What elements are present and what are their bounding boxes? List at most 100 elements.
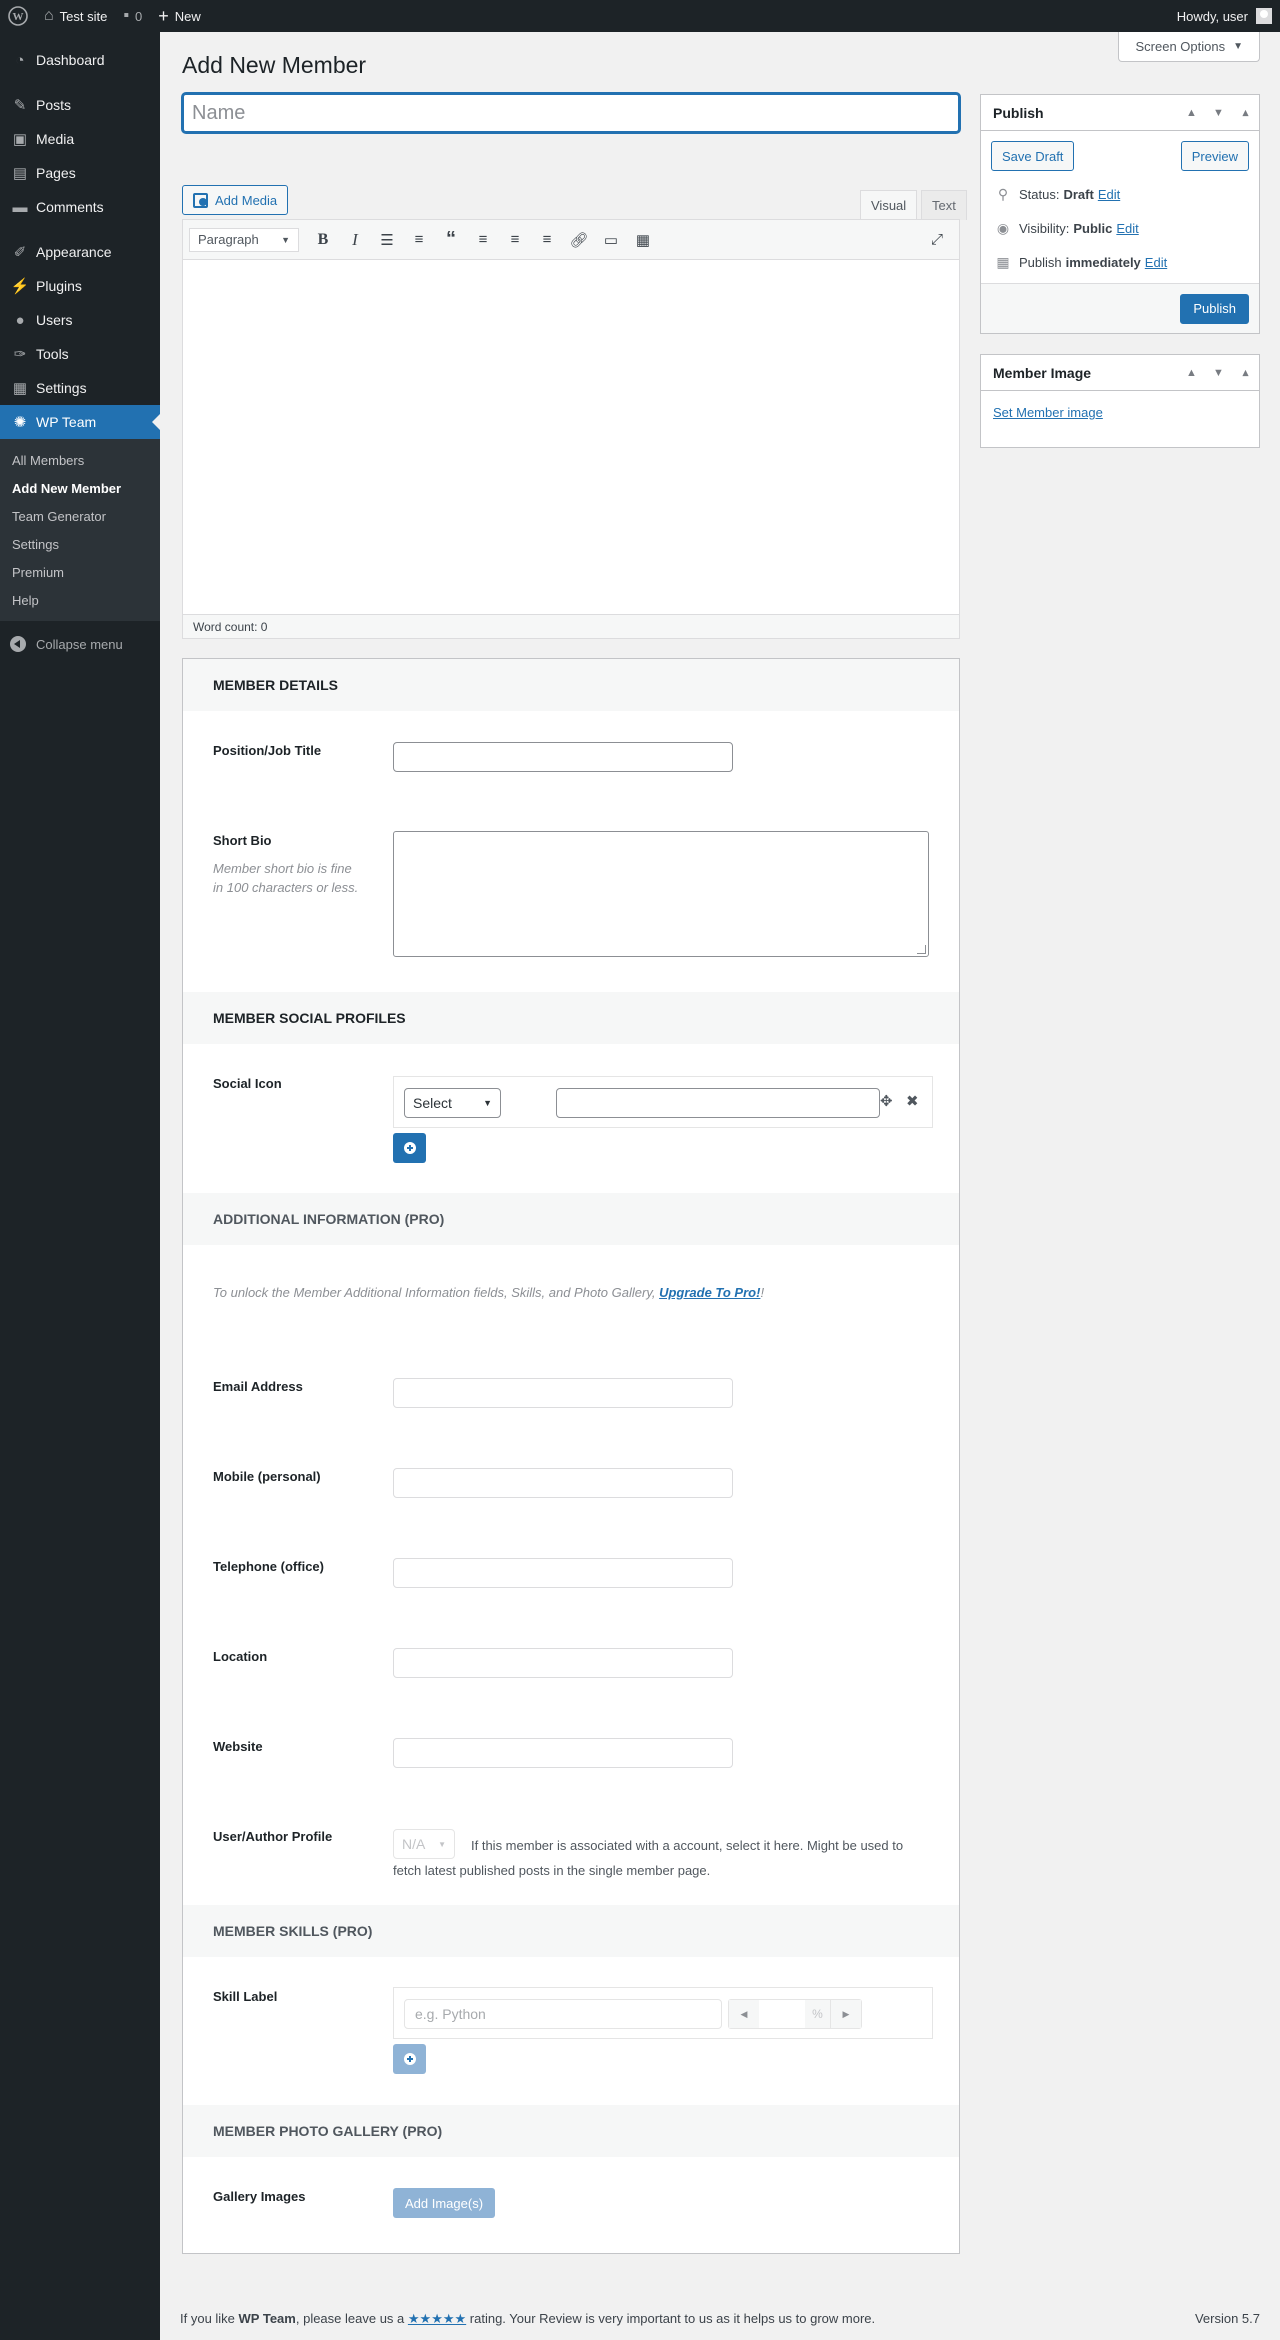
format-select-value: Paragraph <box>198 232 259 247</box>
collapse-menu-button[interactable]: Collapse menu <box>0 627 160 661</box>
social-profile-row: Select ▼ ✥ ✖ <box>393 1076 933 1128</box>
edit-visibility-link[interactable]: Edit <box>1116 221 1138 236</box>
menu-item-tools[interactable]: ✑ Tools <box>0 337 160 371</box>
short-bio-label: Short Bio <box>213 833 272 848</box>
member-image-title: Member Image <box>993 364 1092 381</box>
set-member-image-link[interactable]: Set Member image <box>981 391 1259 434</box>
location-field[interactable] <box>393 1648 733 1678</box>
move-up-icon[interactable]: ▲ <box>1178 355 1205 391</box>
numbered-list-icon[interactable]: ≡ <box>403 226 435 254</box>
percent-unit: % <box>805 2000 831 2028</box>
bullet-list-icon[interactable]: ☰ <box>371 226 403 254</box>
member-details-box: MEMBER DETAILS Position/Job Title Short … <box>182 658 960 2254</box>
edit-status-link[interactable]: Edit <box>1098 187 1120 202</box>
short-bio-description: Member short bio is fine in 100 characte… <box>213 861 359 895</box>
rating-stars-link[interactable]: ★★★★★ <box>408 2311 466 2326</box>
submenu-item-all-members[interactable]: All Members <box>0 446 160 474</box>
toolbar-toggle-icon[interactable]: ▦ <box>627 226 659 254</box>
move-down-icon[interactable]: ▼ <box>1205 95 1232 131</box>
social-icon-label: Social Icon <box>213 1076 282 1091</box>
publish-button[interactable]: Publish <box>1180 293 1249 324</box>
increase-icon[interactable]: ▶ <box>831 2000 861 2028</box>
howdy-text: Howdy, user <box>1176 8 1248 24</box>
add-media-button[interactable]: Add Media <box>182 185 289 215</box>
social-network-select[interactable]: Select ▼ <box>404 1088 501 1118</box>
toggle-panel-icon[interactable]: ▴ <box>1232 355 1259 391</box>
submenu-item-premium[interactable]: Premium <box>0 558 160 586</box>
add-social-profile-button[interactable] <box>393 1133 426 1163</box>
skill-label-input[interactable]: e.g. Python <box>404 1999 722 2029</box>
position-input[interactable] <box>393 742 733 772</box>
italic-icon[interactable]: I <box>339 226 371 254</box>
remove-row-icon[interactable]: ✖ <box>906 1092 919 1110</box>
editor-content-area[interactable] <box>183 260 959 614</box>
align-left-icon[interactable]: ≡ <box>467 226 499 254</box>
skill-label-label: Skill Label <box>213 1989 278 2004</box>
menu-item-posts[interactable]: ✎ Posts <box>0 88 160 122</box>
move-down-icon[interactable]: ▼ <box>1205 355 1232 391</box>
submenu-item-help[interactable]: Help <box>0 586 160 614</box>
tab-visual[interactable]: Visual <box>860 190 918 220</box>
menu-item-wp-team[interactable]: ✺ WP Team <box>0 405 160 439</box>
publish-date-row: ▦ Publish immediately Edit <box>981 245 1259 279</box>
author-profile-select[interactable]: N/A ▼ <box>393 1829 455 1859</box>
collapse-menu-label: Collapse menu <box>36 636 123 652</box>
move-handle-icon[interactable]: ✥ <box>880 1092 893 1110</box>
submenu-item-add-new-member[interactable]: Add New Member <box>0 474 160 502</box>
wordpress-logo-icon[interactable]: W <box>0 0 36 32</box>
collapse-arrow-icon <box>10 636 26 652</box>
screen-options-button[interactable]: Screen Options ▼ <box>1118 32 1260 62</box>
menu-item-comments[interactable]: ▬ Comments <box>0 190 160 224</box>
menu-item-plugins[interactable]: ⚡ Plugins <box>0 269 160 303</box>
mobile-field[interactable] <box>393 1468 733 1498</box>
dashboard-icon: ◔ <box>15 51 25 69</box>
format-select[interactable]: Paragraph ▼ <box>189 227 299 252</box>
move-up-icon[interactable]: ▲ <box>1178 95 1205 131</box>
site-name-link[interactable]: ⌂ Test site <box>36 0 115 32</box>
menu-item-users[interactable]: ● Users <box>0 303 160 337</box>
decrease-icon[interactable]: ◀ <box>729 2000 759 2028</box>
new-content-link[interactable]: + New <box>150 0 209 32</box>
account-menu[interactable]: Howdy, user <box>1169 0 1280 32</box>
submenu-item-settings[interactable]: Settings <box>0 530 160 558</box>
edit-publish-date-link[interactable]: Edit <box>1145 255 1167 270</box>
telephone-field[interactable] <box>393 1558 733 1588</box>
gallery-images-label: Gallery Images <box>213 2189 306 2204</box>
read-more-icon[interactable]: ▭ <box>595 226 627 254</box>
skill-percent-value[interactable] <box>759 2000 805 2028</box>
eye-icon: ◉ <box>996 219 1010 236</box>
preview-button[interactable]: Preview <box>1180 141 1249 171</box>
align-right-icon[interactable]: ≡ <box>531 226 563 254</box>
skill-percent-stepper[interactable]: ◀ % ▶ <box>728 1999 862 2029</box>
menu-item-dashboard[interactable]: ◔ Dashboard <box>0 43 160 77</box>
comments-link[interactable]: ▪ 0 <box>115 0 150 32</box>
menu-item-media[interactable]: ▣ Media <box>0 122 160 156</box>
blockquote-icon[interactable]: “ <box>435 226 467 254</box>
social-url-input[interactable] <box>556 1088 880 1118</box>
footer-text-after: rating. Your Review is very important to… <box>466 2311 876 2326</box>
toggle-panel-icon[interactable]: ▴ <box>1232 95 1259 131</box>
tab-text[interactable]: Text <box>921 190 967 220</box>
email-field[interactable] <box>393 1378 733 1408</box>
link-icon[interactable]: 🔗︎ <box>563 226 595 254</box>
add-skill-button[interactable] <box>393 2044 426 2074</box>
upgrade-to-pro-link[interactable]: Upgrade To Pro! <box>659 1285 760 1300</box>
add-images-button[interactable]: Add Image(s) <box>393 2188 496 2218</box>
align-center-icon[interactable]: ≡ <box>499 226 531 254</box>
short-bio-textarea[interactable] <box>393 831 929 957</box>
plus-icon: + <box>158 5 169 26</box>
menu-item-settings[interactable]: ▦ Settings <box>0 371 160 405</box>
menu-item-appearance[interactable]: ✐ Appearance <box>0 235 160 269</box>
publish-label: Publish <box>1019 254 1062 270</box>
menu-item-label: Tools <box>36 346 69 362</box>
plus-circle-icon <box>403 2053 416 2065</box>
member-name-input[interactable] <box>182 93 960 133</box>
fullscreen-icon[interactable]: ⤢ <box>921 226 953 254</box>
home-icon: ⌂ <box>44 7 54 24</box>
website-field[interactable] <box>393 1738 733 1768</box>
submenu-item-team-generator[interactable]: Team Generator <box>0 502 160 530</box>
bold-icon[interactable]: B <box>307 226 339 254</box>
menu-item-pages[interactable]: ▤ Pages <box>0 156 160 190</box>
save-draft-button[interactable]: Save Draft <box>991 141 1075 171</box>
pro-notice-text: To unlock the Member Additional Informat… <box>213 1285 660 1300</box>
